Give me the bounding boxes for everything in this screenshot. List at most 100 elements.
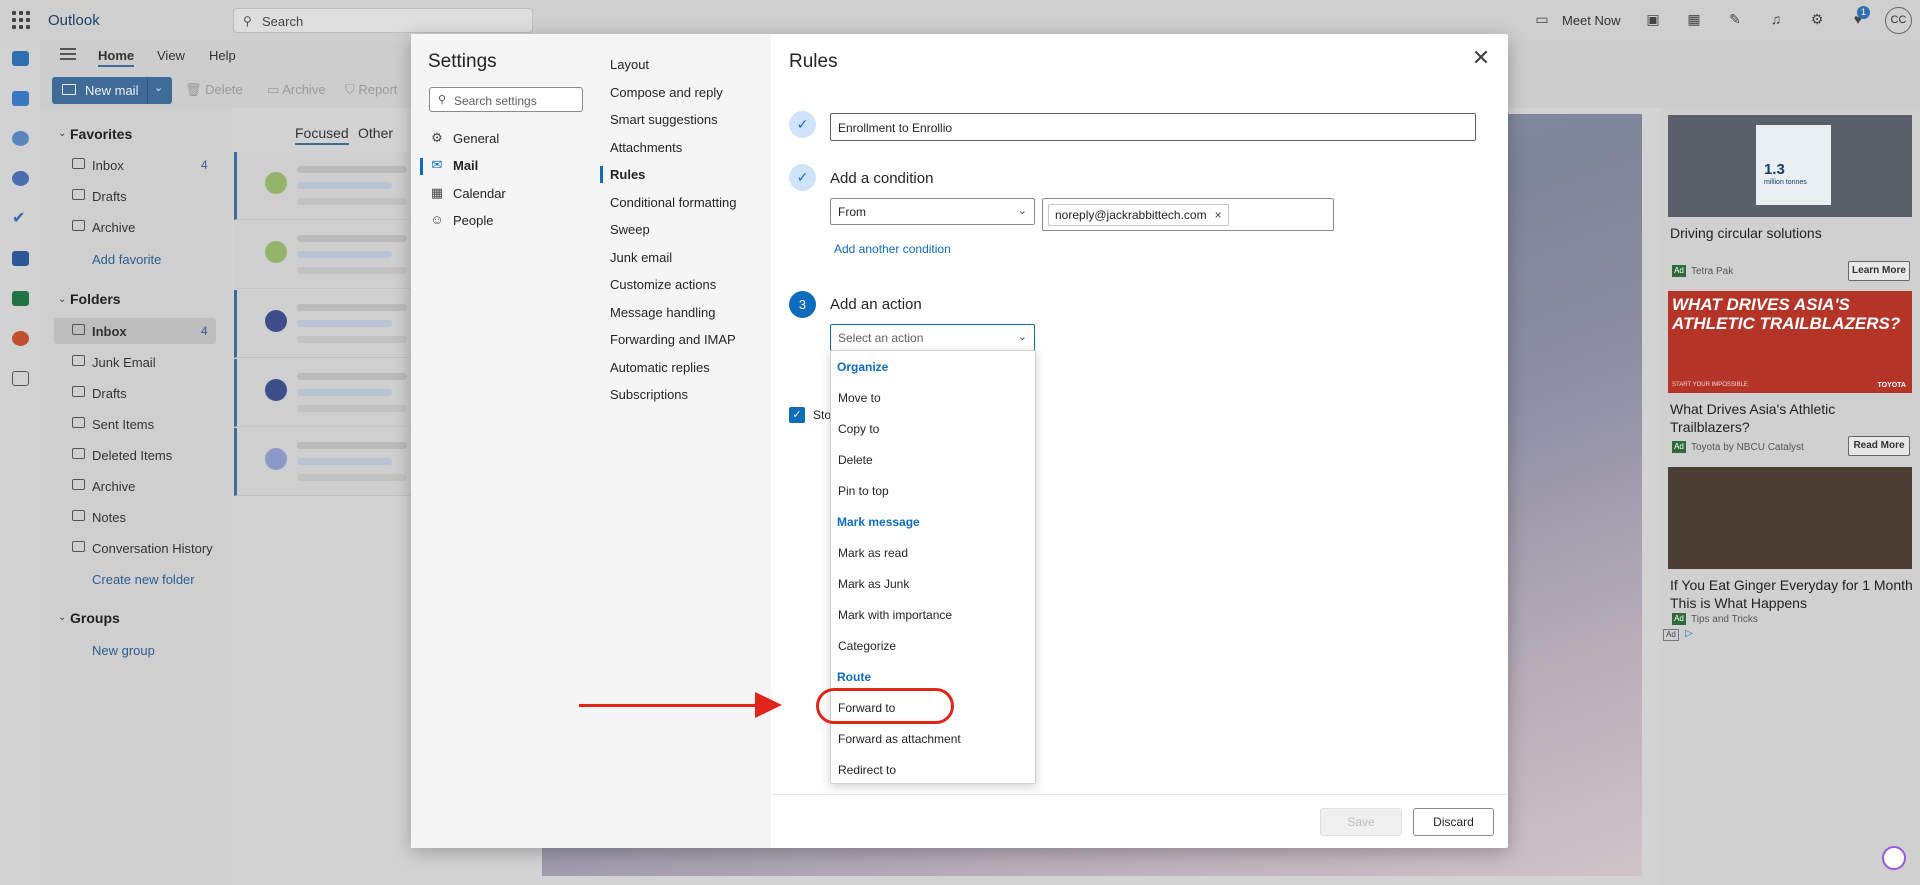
settings-category-mail[interactable]: Mail bbox=[453, 158, 478, 173]
new-group-link[interactable]: New group bbox=[92, 643, 155, 658]
settings-sub-layout[interactable]: Layout bbox=[610, 57, 649, 72]
ad-title[interactable]: What Drives Asia's Athletic Trailblazers… bbox=[1670, 400, 1915, 436]
more-apps-icon[interactable] bbox=[12, 371, 29, 386]
chevron-down-icon[interactable]: ⌄ bbox=[58, 128, 66, 139]
list-item[interactable] bbox=[234, 359, 412, 427]
ad-choices-icon[interactable]: ▷ bbox=[1685, 628, 1693, 639]
action-dropdown[interactable]: Select an action ⌄ bbox=[830, 324, 1035, 351]
condition-value-input[interactable]: noreply@jackrabbittech.com × bbox=[1042, 198, 1334, 231]
folder-conversation-history[interactable]: Conversation History bbox=[92, 541, 213, 556]
list-item[interactable] bbox=[234, 221, 412, 289]
report-button[interactable]: ⛉ Report bbox=[345, 82, 397, 98]
folders-header[interactable]: Folders bbox=[70, 291, 121, 307]
folder-inbox[interactable]: Inbox bbox=[92, 324, 127, 339]
people-app-icon[interactable] bbox=[12, 131, 29, 146]
app-launcher-icon[interactable] bbox=[12, 11, 30, 29]
powerpoint-app-icon[interactable] bbox=[12, 331, 29, 346]
chevron-down-icon[interactable]: ⌄ bbox=[154, 81, 163, 94]
bell-icon[interactable]: ♫ bbox=[1767, 10, 1785, 28]
settings-search-input[interactable]: ⚲ Search settings bbox=[429, 87, 583, 112]
settings-sub-customize-actions[interactable]: Customize actions bbox=[610, 277, 716, 292]
tab-view[interactable]: View bbox=[157, 48, 185, 63]
read-more-button[interactable]: Read More bbox=[1848, 436, 1910, 456]
folder-drafts[interactable]: Drafts bbox=[92, 386, 127, 401]
delete-button[interactable]: 🗑 Delete bbox=[185, 82, 243, 98]
menu-item-move-to[interactable]: Move to bbox=[838, 391, 881, 405]
settings-sub-automatic-replies[interactable]: Automatic replies bbox=[610, 360, 710, 375]
settings-category-general[interactable]: General bbox=[453, 131, 499, 146]
menu-item-categorize[interactable]: Categorize bbox=[838, 639, 896, 653]
settings-sub-attachments[interactable]: Attachments bbox=[610, 140, 682, 155]
feedback-icon[interactable]: ✎ bbox=[1726, 10, 1744, 28]
chevron-down-icon[interactable]: ⌄ bbox=[58, 612, 66, 623]
settings-sub-junk-email[interactable]: Junk email bbox=[610, 250, 672, 265]
learn-more-button[interactable]: Learn More bbox=[1848, 261, 1910, 281]
new-mail-button[interactable]: New mail ⌄ bbox=[52, 77, 172, 104]
gear-icon[interactable]: ⚙ bbox=[1808, 10, 1826, 28]
settings-sub-forwarding-imap[interactable]: Forwarding and IMAP bbox=[610, 332, 736, 347]
groups-app-icon[interactable] bbox=[12, 171, 29, 186]
video-icon[interactable]: ▭ bbox=[1533, 10, 1551, 28]
rule-name-input[interactable]: Enrollment to Enrollio bbox=[830, 113, 1476, 141]
settings-category-calendar[interactable]: Calendar bbox=[453, 186, 506, 201]
folder-sent[interactable]: Sent Items bbox=[92, 417, 154, 432]
remove-icon[interactable]: × bbox=[1215, 208, 1222, 222]
tab-help[interactable]: Help bbox=[209, 48, 236, 63]
ad-title[interactable]: Driving circular solutions bbox=[1670, 224, 1915, 242]
meet-now-button[interactable]: Meet Now bbox=[1562, 13, 1621, 28]
tab-focused[interactable]: Focused bbox=[295, 125, 349, 145]
mail-app-icon[interactable] bbox=[12, 51, 29, 66]
settings-category-people[interactable]: People bbox=[453, 213, 493, 228]
excel-app-icon[interactable] bbox=[12, 291, 29, 306]
ad-image[interactable] bbox=[1668, 467, 1912, 569]
teams-icon[interactable]: ▣ bbox=[1644, 10, 1662, 28]
settings-sub-subscriptions[interactable]: Subscriptions bbox=[610, 387, 688, 402]
favorite-drafts[interactable]: Drafts bbox=[92, 189, 127, 204]
menu-item-forward-as-attachment[interactable]: Forward as attachment bbox=[838, 732, 961, 746]
settings-sub-compose[interactable]: Compose and reply bbox=[610, 85, 723, 100]
calendar-app-icon[interactable] bbox=[12, 91, 29, 106]
ad-image[interactable]: 1.3 million tonnes bbox=[1668, 115, 1912, 217]
add-favorite-link[interactable]: Add favorite bbox=[92, 252, 161, 267]
global-search-input[interactable]: ⚲ Search bbox=[233, 8, 533, 33]
folder-junk[interactable]: Junk Email bbox=[92, 355, 156, 370]
menu-item-redirect-to[interactable]: Redirect to bbox=[838, 763, 896, 777]
menu-item-delete[interactable]: Delete bbox=[838, 453, 873, 467]
condition-field-dropdown[interactable]: From ⌄ bbox=[830, 198, 1035, 225]
tab-home[interactable]: Home bbox=[98, 48, 135, 67]
list-item[interactable] bbox=[234, 290, 412, 358]
settings-sub-conditional-formatting[interactable]: Conditional formatting bbox=[610, 195, 736, 210]
favorite-inbox[interactable]: Inbox bbox=[92, 158, 124, 173]
onenote-icon[interactable]: ▦ bbox=[1685, 10, 1703, 28]
ad-image[interactable]: WHAT DRIVES ASIA'S ATHLETIC TRAILBLAZERS… bbox=[1668, 291, 1912, 393]
chevron-down-icon[interactable]: ⌄ bbox=[58, 294, 66, 305]
settings-sub-smart-suggestions[interactable]: Smart suggestions bbox=[610, 112, 718, 127]
app-name[interactable]: Outlook bbox=[48, 12, 100, 29]
close-icon[interactable]: ✕ bbox=[1470, 47, 1492, 70]
folder-archive[interactable]: Archive bbox=[92, 479, 135, 494]
stop-processing-checkbox[interactable]: ✓ bbox=[789, 407, 805, 423]
add-another-condition-link[interactable]: Add another condition bbox=[834, 242, 951, 256]
create-folder-link[interactable]: Create new folder bbox=[92, 572, 195, 587]
tab-other[interactable]: Other bbox=[358, 125, 393, 141]
folder-notes[interactable]: Notes bbox=[92, 510, 126, 525]
word-app-icon[interactable] bbox=[12, 251, 29, 266]
menu-item-pin-to-top[interactable]: Pin to top bbox=[838, 484, 889, 498]
ad-choices-badge[interactable]: Ad bbox=[1663, 629, 1679, 641]
menu-item-mark-importance[interactable]: Mark with importance bbox=[838, 608, 952, 622]
archive-button[interactable]: ▭ Archive bbox=[267, 82, 326, 98]
discard-button[interactable]: Discard bbox=[1413, 808, 1494, 836]
hamburger-icon[interactable] bbox=[60, 48, 76, 60]
avatar[interactable]: CC bbox=[1885, 7, 1912, 34]
list-item[interactable] bbox=[234, 428, 412, 496]
groups-header[interactable]: Groups bbox=[70, 610, 120, 626]
menu-item-mark-as-read[interactable]: Mark as read bbox=[838, 546, 908, 560]
favorites-header[interactable]: Favorites bbox=[70, 126, 132, 142]
settings-sub-sweep[interactable]: Sweep bbox=[610, 222, 650, 237]
settings-sub-message-handling[interactable]: Message handling bbox=[610, 305, 716, 320]
menu-item-copy-to[interactable]: Copy to bbox=[838, 422, 879, 436]
folder-deleted[interactable]: Deleted Items bbox=[92, 448, 172, 463]
save-button[interactable]: Save bbox=[1320, 808, 1402, 836]
list-item[interactable] bbox=[234, 152, 412, 220]
favorite-archive[interactable]: Archive bbox=[92, 220, 135, 235]
